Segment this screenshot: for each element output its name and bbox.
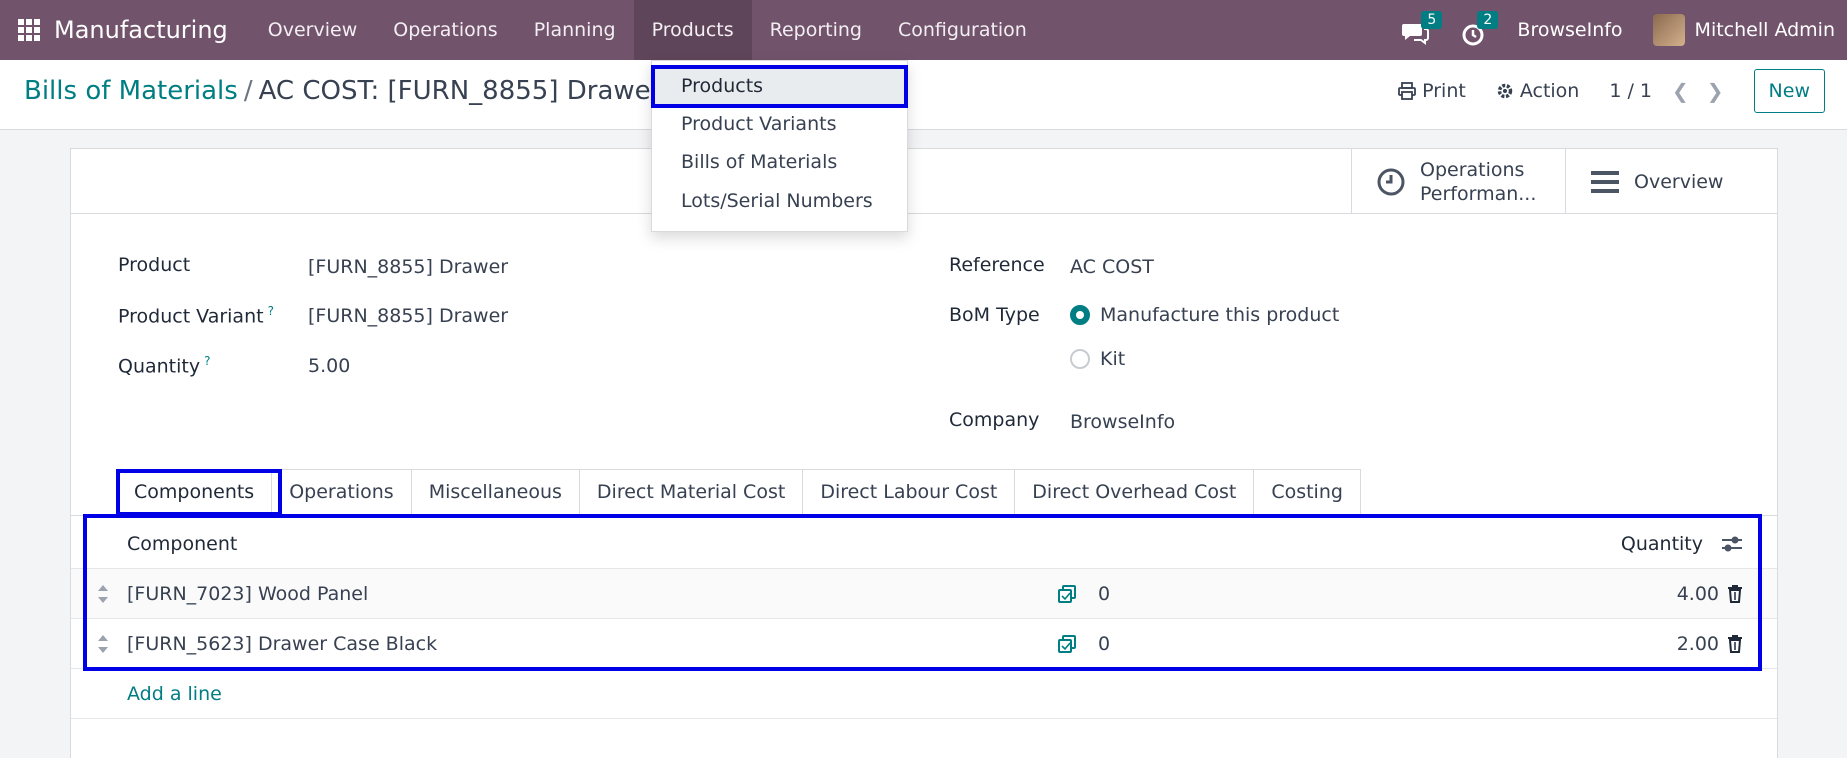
quantity-label-text: Quantity <box>118 355 201 378</box>
menu-overview[interactable]: Overview <box>250 0 375 60</box>
breadcrumb: Bills of Materials / AC COST: [FURN_8855] … <box>24 76 661 106</box>
user-avatar[interactable] <box>1652 14 1685 46</box>
tab-costing[interactable]: Costing <box>1253 469 1361 515</box>
tab-operations[interactable]: Operations <box>271 469 412 515</box>
product-variant-label: Product Variant? <box>118 304 274 327</box>
reference-label: Reference <box>949 254 1045 276</box>
add-line-link[interactable]: Add a line <box>127 669 222 719</box>
form-sheet: Operations Performan... Overview Product… <box>70 148 1778 758</box>
bom-type-kit-radio[interactable] <box>1070 349 1090 369</box>
optional-columns-icon[interactable] <box>1721 534 1743 554</box>
drag-handle-icon[interactable] <box>97 635 109 653</box>
variant-help-icon[interactable]: ? <box>268 304 274 318</box>
print-label: Print <box>1422 80 1466 102</box>
tab-miscellaneous[interactable]: Miscellaneous <box>410 469 580 515</box>
tab-direct-labour-cost[interactable]: Direct Labour Cost <box>802 469 1016 515</box>
main-menu: Overview Operations Planning Products Re… <box>250 0 1045 60</box>
messages-badge: 5 <box>1421 11 1443 29</box>
bom-type-label: BoM Type <box>949 304 1040 326</box>
dropdown-item-lots-serial-numbers[interactable]: Lots/Serial Numbers <box>652 182 907 216</box>
top-navbar: Manufacturing Overview Operations Planni… <box>0 0 1847 60</box>
action-label: Action <box>1519 80 1580 102</box>
pager-value[interactable]: 1 / 1 <box>1609 80 1652 102</box>
app-grid-icon[interactable] <box>18 19 40 41</box>
table-row[interactable]: [FURN_7023] Wood Panel 0 4.00 <box>71 569 1777 619</box>
row-quantity[interactable]: 4.00 <box>1677 569 1719 619</box>
row-quantity[interactable]: 2.00 <box>1677 619 1719 669</box>
dropdown-item-bills-of-materials[interactable]: Bills of Materials <box>652 143 907 181</box>
tabs-divider <box>71 515 1777 516</box>
reference-field[interactable]: AC COST <box>1070 256 1154 278</box>
action-button[interactable]: Action <box>1496 80 1580 102</box>
tab-direct-material-cost[interactable]: Direct Material Cost <box>578 469 804 515</box>
menu-configuration[interactable]: Configuration <box>880 0 1045 60</box>
product-label: Product <box>118 254 191 276</box>
products-dropdown: Products Product Variants Bills of Mater… <box>651 60 908 232</box>
menu-reporting[interactable]: Reporting <box>752 0 880 60</box>
pager-prev-icon[interactable]: ❮ <box>1672 79 1689 103</box>
quantity-field[interactable]: 5.00 <box>308 355 350 377</box>
tab-direct-overhead-cost[interactable]: Direct Overhead Cost <box>1014 469 1255 515</box>
row-value: 0 <box>1098 583 1111 605</box>
user-menu[interactable]: Mitchell Admin <box>1695 19 1835 41</box>
control-panel: Bills of Materials / AC COST: [FURN_8855] … <box>0 60 1847 130</box>
operations-performance-line2: Performan... <box>1420 182 1537 205</box>
print-button[interactable]: Print <box>1398 80 1466 102</box>
menu-planning[interactable]: Planning <box>516 0 634 60</box>
messages-button[interactable]: 5 <box>1401 11 1443 45</box>
gear-icon <box>1497 83 1513 99</box>
column-component[interactable]: Component <box>127 519 237 569</box>
activities-button[interactable]: 2 <box>1457 11 1499 46</box>
app-brand[interactable]: Manufacturing <box>54 16 228 44</box>
dropdown-item-product-variants[interactable]: Product Variants <box>652 105 907 143</box>
bom-type-manufacture-radio[interactable] <box>1070 305 1090 325</box>
dropdown-item-products[interactable]: Products <box>652 67 907 105</box>
operations-performance-line1: Operations <box>1420 158 1525 181</box>
overview-smart-button[interactable]: Overview <box>1565 149 1779 214</box>
control-actions: Print Action 1 / 1 ❮ ❯ New <box>1398 69 1825 113</box>
notebook-tabs: Components Operations Miscellaneous Dire… <box>116 469 1361 515</box>
pager-next-icon[interactable]: ❯ <box>1707 79 1724 103</box>
activities-badge: 2 <box>1477 11 1499 29</box>
components-table-header: Component Quantity <box>71 519 1777 569</box>
bom-type-manufacture-label[interactable]: Manufacture this product <box>1100 304 1339 326</box>
copy-icon[interactable] <box>1057 584 1077 604</box>
tab-components[interactable]: Components <box>116 469 273 515</box>
overview-smart-label: Overview <box>1634 170 1724 193</box>
product-field[interactable]: [FURN_8855] Drawer <box>308 256 508 278</box>
row-value: 0 <box>1098 633 1111 655</box>
product-variant-label-text: Product Variant <box>118 305 264 328</box>
menu-operations[interactable]: Operations <box>375 0 515 60</box>
breadcrumb-current: AC COST: [FURN_8855] Drawer <box>258 76 662 106</box>
breadcrumb-separator: / <box>243 76 253 106</box>
company-field[interactable]: BrowseInfo <box>1070 411 1175 433</box>
operations-performance-button[interactable]: Operations Performan... <box>1351 149 1565 214</box>
bom-type-kit-label[interactable]: Kit <box>1100 348 1125 370</box>
product-variant-field[interactable]: [FURN_8855] Drawer <box>308 305 508 327</box>
smart-button-box: Operations Performan... Overview <box>71 149 1777 214</box>
company-label: Company <box>949 409 1040 431</box>
company-switcher[interactable]: BrowseInfo <box>1517 19 1622 41</box>
new-button[interactable]: New <box>1753 69 1825 113</box>
menu-products[interactable]: Products <box>633 0 752 60</box>
navbar-systray: 5 2 BrowseInfo Mitchell Admin <box>1391 0 1847 60</box>
quantity-help-icon[interactable]: ? <box>204 354 210 368</box>
drag-handle-icon[interactable] <box>97 585 109 603</box>
table-row[interactable]: [FURN_5623] Drawer Case Black 0 2.00 <box>71 619 1777 669</box>
column-quantity[interactable]: Quantity <box>1621 519 1703 569</box>
quantity-label: Quantity? <box>118 354 210 377</box>
row-component[interactable]: [FURN_7023] Wood Panel <box>127 569 368 619</box>
row-component[interactable]: [FURN_5623] Drawer Case Black <box>127 619 437 669</box>
printer-icon <box>1398 82 1417 100</box>
copy-icon[interactable] <box>1057 634 1077 654</box>
add-line-row: Add a line <box>71 669 1777 719</box>
bars-icon <box>1591 170 1619 193</box>
history-clock-icon <box>1377 168 1405 195</box>
trash-icon[interactable] <box>1727 635 1743 653</box>
breadcrumb-bom-link[interactable]: Bills of Materials <box>24 76 238 106</box>
trash-icon[interactable] <box>1727 585 1743 603</box>
